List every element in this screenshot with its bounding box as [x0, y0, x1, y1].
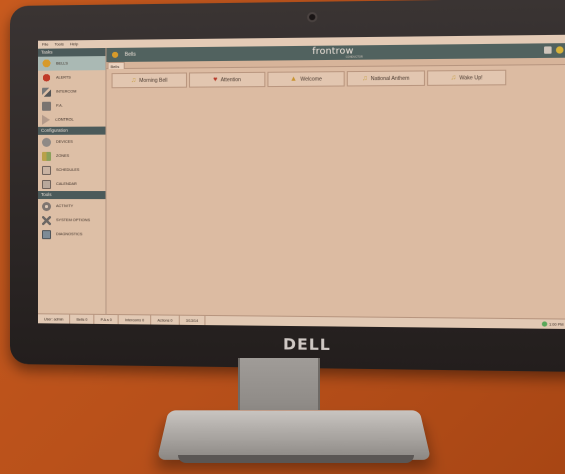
wrench-icon: [42, 215, 52, 225]
monitor-stand-neck: [238, 358, 320, 410]
zones-icon: [42, 151, 52, 161]
sidebar-item-label: ZONES: [56, 153, 70, 158]
menu-help[interactable]: Help: [70, 41, 78, 46]
sidebar-item-alerts[interactable]: ALERTS: [38, 70, 105, 85]
sidebar-item-label: CALENDAR: [56, 181, 77, 187]
section-tools-title: Tools: [37, 191, 106, 200]
sidebar-item-label: INTERCOM: [56, 89, 77, 94]
sidebar: Tasks BELLS ALERTS INTERCOM P.A. CONTROL: [37, 47, 107, 314]
bell-button-label: Wake Up!: [459, 74, 483, 81]
bell-button-label: Morning Bell: [139, 77, 168, 84]
sidebar-item-label: BELLS: [56, 61, 68, 66]
sidebar-item-zones[interactable]: ZONES: [38, 149, 105, 163]
section-configuration-title: Configuration: [37, 126, 106, 135]
brand-subtitle: CONDUCTOR: [345, 55, 363, 59]
monitor-bezel: File Tools Help Tasks BELLS ALERTS INTER…: [10, 0, 565, 373]
play-icon: [42, 114, 51, 125]
sidebar-item-label: DIAGNOSTICS: [56, 232, 83, 237]
alert-icon: [42, 73, 52, 83]
bell-button-label: Attention: [220, 76, 241, 83]
monitor-stand-edge: [178, 455, 414, 463]
monitor-icon: [42, 229, 52, 239]
status-time-label: 1:00 PM: [549, 322, 564, 327]
monitor-stand-base: [156, 410, 432, 460]
sidebar-item-schedules[interactable]: SCHEDULES: [38, 163, 105, 177]
status-bells: Bells 0: [70, 314, 95, 325]
calendar-icon: [42, 179, 52, 189]
page-title: Bells: [124, 51, 136, 58]
sidebar-item-diagnostics[interactable]: DIAGNOSTICS: [38, 227, 105, 241]
music-note-icon: ♫: [450, 74, 457, 82]
sidebar-item-label: DEVICES: [56, 139, 73, 144]
sidebar-item-activity[interactable]: ACTIVITY: [38, 199, 105, 213]
webcam-icon: [306, 11, 318, 23]
bell-icon: [42, 59, 52, 69]
heart-icon: ♥: [213, 76, 218, 84]
status-time: 1:00 PM: [541, 321, 564, 327]
sidebar-item-label: P.A.: [56, 103, 63, 108]
music-note-icon: ♫: [362, 75, 368, 83]
pa-icon: [42, 101, 52, 111]
map-icon[interactable]: [544, 46, 552, 54]
device-icon: [42, 137, 52, 147]
bell-button-label: National Anthem: [370, 75, 410, 82]
microphone-icon: [42, 87, 52, 97]
sidebar-item-label: SCHEDULES: [56, 167, 80, 172]
sidebar-item-label: ALERTS: [56, 75, 71, 80]
status-user: User: admin: [37, 313, 71, 325]
sidebar-item-label: SYSTEM OPTIONS: [56, 218, 91, 223]
menu-file[interactable]: File: [42, 42, 48, 47]
online-status-icon: [541, 321, 547, 327]
bell-icon: [111, 51, 119, 59]
bell-icon: ▲: [289, 75, 298, 83]
bell-button-welcome[interactable]: ▲ Welcome: [267, 71, 345, 88]
schedule-icon: [42, 165, 52, 175]
sidebar-item-bells[interactable]: BELLS: [37, 56, 106, 71]
sidebar-item-pa[interactable]: P.A.: [38, 98, 105, 112]
header-icons: [544, 46, 564, 54]
sidebar-item-calendar[interactable]: CALENDAR: [38, 177, 105, 191]
status-pas: P.A.s 0: [94, 314, 119, 325]
app-screen: File Tools Help Tasks BELLS ALERTS INTER…: [37, 34, 565, 329]
bell-button-row: ♫ Morning Bell ♥ Attention ▲ Welcome ♫ N…: [111, 69, 507, 89]
dell-logo: DELL: [283, 335, 331, 355]
sidebar-item-control[interactable]: CONTROL: [38, 112, 105, 126]
bell-button-label: Welcome: [300, 75, 322, 83]
status-intercoms: Intercoms 0: [118, 314, 152, 326]
bell-button-morning-bell[interactable]: ♫ Morning Bell: [111, 72, 187, 89]
sidebar-item-devices[interactable]: DEVICES: [38, 135, 105, 149]
status-actions: Actions 0: [151, 314, 180, 326]
bells-panel: ♫ Morning Bell ♥ Attention ▲ Welcome ♫ N…: [106, 65, 565, 319]
sidebar-item-intercom[interactable]: INTERCOM: [38, 84, 105, 99]
bell-button-attention[interactable]: ♥ Attention: [189, 71, 266, 88]
sidebar-item-label: CONTROL: [55, 117, 74, 122]
bell-button-national-anthem[interactable]: ♫ National Anthem: [346, 70, 425, 87]
menu-tools[interactable]: Tools: [54, 41, 63, 46]
sidebar-item-label: ACTIVITY: [56, 204, 74, 209]
bell-button-wake-up[interactable]: ♫ Wake Up!: [427, 69, 507, 86]
music-note-icon: ♫: [130, 76, 137, 85]
gear-icon: [42, 201, 52, 211]
sidebar-item-system-options[interactable]: SYSTEM OPTIONS: [38, 213, 105, 227]
status-date: 3/13/14: [179, 315, 206, 326]
help-icon[interactable]: [555, 46, 564, 54]
